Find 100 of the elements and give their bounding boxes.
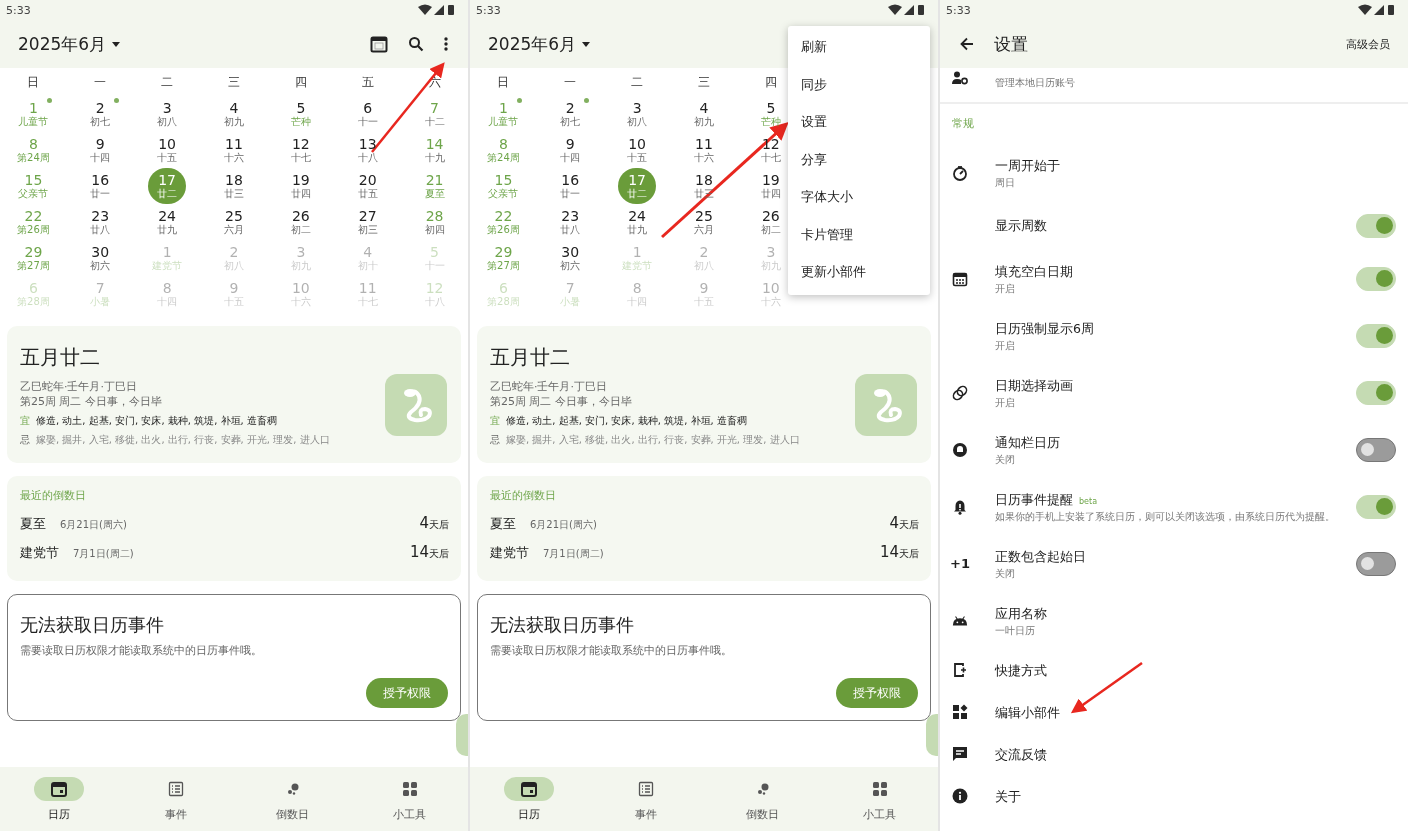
- events-title: 无法获取日历事件: [490, 613, 635, 637]
- settings-row[interactable]: 关于: [940, 775, 1408, 817]
- good-label: 宜: [20, 414, 30, 428]
- calendar-day[interactable]: 6 十一: [345, 96, 390, 132]
- calendar-day[interactable]: 24 廿九: [145, 204, 190, 240]
- nav-tab[interactable]: 日历: [0, 767, 117, 831]
- good-activities: 修造, 动土, 起基, 安门, 安床, 栽种, 筑堤, 补垣, 造畜稠: [36, 414, 277, 428]
- countdown-date: 6月21日(周六): [60, 518, 127, 532]
- calendar-day[interactable]: 10 十五: [145, 132, 190, 168]
- days-remaining: 14天后: [409, 542, 449, 561]
- calendar-day[interactable]: 12 十七: [278, 132, 323, 168]
- nav-tab[interactable]: 小工具: [821, 767, 938, 831]
- nav-tab[interactable]: 事件: [587, 767, 704, 831]
- calendar-day[interactable]: 16 廿一: [78, 168, 123, 204]
- plus-one-icon: +1: [950, 556, 970, 571]
- calendar-day[interactable]: 16 廿一: [548, 168, 593, 204]
- nav-tab[interactable]: 小工具: [351, 767, 468, 831]
- search-icon[interactable]: [408, 36, 424, 52]
- calendar-icon: [49, 780, 68, 798]
- setting-title: 日期选择动画: [995, 376, 1073, 394]
- settings-row[interactable]: 应用名称 一叶日历: [940, 592, 1408, 649]
- calendar-day[interactable]: 3 初八: [615, 96, 660, 132]
- snake-icon: [385, 374, 447, 436]
- setting-title: 编辑小部件: [995, 703, 1060, 721]
- calendar-day[interactable]: 20 廿五: [345, 168, 390, 204]
- calendar-day[interactable]: 27 初三: [345, 204, 390, 240]
- settings-row[interactable]: 日期选择动画 开启: [940, 364, 1408, 421]
- settings-row[interactable]: 编辑小部件: [940, 691, 1408, 733]
- setting-title: 交流反馈: [995, 745, 1047, 763]
- month-selector[interactable]: 2025年6月: [18, 32, 121, 56]
- ganzhi-text: 乙巳蛇年·壬午月·丁巳日: [20, 379, 138, 394]
- calendar-day[interactable]: 30 初六: [548, 240, 593, 276]
- bell-icon: [952, 441, 968, 458]
- settings-row[interactable]: +1 正数包含起始日 关闭: [940, 535, 1408, 592]
- today-calendar-icon[interactable]: [370, 35, 388, 53]
- countdown-date: 7月1日(周二): [543, 547, 604, 561]
- calendar-day[interactable]: 23 廿八: [78, 204, 123, 240]
- calendar-day[interactable]: 11 十六: [682, 132, 726, 168]
- premium-button[interactable]: 高级会员: [1346, 36, 1390, 52]
- calendar-day[interactable]: 13 十八: [345, 132, 390, 168]
- ganzhi-text: 乙巳蛇年·壬午月·丁巳日: [490, 379, 608, 394]
- setting-subtitle: 开启: [995, 395, 1016, 409]
- menu-item[interactable]: 刷新: [788, 29, 930, 67]
- weekday-label: 四: [764, 74, 777, 89]
- setting-title: 一周开始于: [995, 156, 1060, 174]
- calendar-day[interactable]: 9 十四: [548, 132, 593, 168]
- nav-tab[interactable]: 事件: [117, 767, 234, 831]
- setting-title: 快捷方式: [995, 661, 1047, 679]
- calendar-day[interactable]: 2 初七: [78, 96, 123, 132]
- settings-row[interactable]: 日历强制显示6周 开启: [940, 307, 1408, 364]
- setting-subtitle: 管理本地日历账号: [995, 76, 1075, 89]
- good-label: 宜: [490, 414, 500, 428]
- weekday-label: 日: [497, 74, 510, 89]
- nav-tab[interactable]: 倒数日: [704, 767, 821, 831]
- toggle-switch[interactable]: [1356, 437, 1396, 462]
- calendar-day[interactable]: 3 初八: [145, 96, 190, 132]
- calendar-day[interactable]: 30 初六: [78, 240, 123, 276]
- calendar-day[interactable]: 23 廿八: [548, 204, 593, 240]
- calendar-day[interactable]: 19 廿四: [278, 168, 323, 204]
- calendar-day[interactable]: 24 廿九: [615, 204, 660, 240]
- back-arrow-icon[interactable]: [960, 37, 974, 51]
- snake-icon: [855, 374, 917, 436]
- month-selector[interactable]: 2025年6月: [488, 32, 591, 56]
- page-title: 设置: [994, 32, 1028, 56]
- week-line: 第25周 周二 今日事，今日毕: [20, 394, 163, 409]
- calendar-day[interactable]: 4 初九: [212, 96, 256, 132]
- settings-row[interactable]: 快捷方式: [940, 649, 1408, 691]
- settings-row[interactable]: 通知栏日历 关闭: [940, 421, 1408, 478]
- calendar-day[interactable]: 11 十六: [212, 132, 256, 168]
- weekday-label: 四: [294, 74, 307, 89]
- status-time: 5:33: [476, 3, 501, 17]
- nav-tab[interactable]: 倒数日: [234, 767, 351, 831]
- calendar-day[interactable]: 7 十二: [412, 96, 457, 132]
- days-remaining: 4天后: [889, 513, 919, 532]
- weekday-label: 二: [161, 74, 174, 89]
- countdown-name: 建党节: [20, 544, 59, 562]
- toggle-switch[interactable]: [1356, 551, 1396, 576]
- calendar-day[interactable]: 10 十五: [615, 132, 660, 168]
- settings-row[interactable]: 交流反馈: [940, 733, 1408, 775]
- setting-title: 日历事件提醒: [995, 490, 1073, 508]
- timer-icon: [952, 164, 968, 181]
- more-menu-icon[interactable]: [444, 37, 448, 51]
- calendar-day[interactable]: 25 六月: [682, 204, 726, 240]
- calendar-icon: [952, 270, 968, 287]
- nav-tab[interactable]: 日历: [470, 767, 587, 831]
- calendar-day[interactable]: 14 十九: [412, 132, 457, 168]
- weekday-label: 一: [564, 74, 577, 89]
- calendar-day[interactable]: 2 初七: [548, 96, 593, 132]
- calendar-day[interactable]: 18 廿三: [212, 168, 256, 204]
- calendar-day[interactable]: 28 初四: [412, 204, 457, 240]
- calendar-day[interactable]: 5 芒种: [278, 96, 323, 132]
- settings-row[interactable]: 填充空白日期 开启: [940, 250, 1408, 307]
- settings-row[interactable]: 日历事件提醒 beta 如果你的手机上安装了系统日历，则可以关闭该选项，由系统日历代为提醒。: [940, 478, 1408, 535]
- settings-row[interactable]: 一周开始于 周日: [940, 144, 1408, 201]
- menu-item[interactable]: 更新小部件: [788, 254, 930, 292]
- calendar-day[interactable]: 26 初二: [278, 204, 323, 240]
- calendar-day[interactable]: 4 初九: [682, 96, 726, 132]
- calendar-day[interactable]: 25 六月: [212, 204, 256, 240]
- calendar-day[interactable]: 9 十四: [78, 132, 123, 168]
- settings-row[interactable]: 显示周数: [940, 201, 1408, 250]
